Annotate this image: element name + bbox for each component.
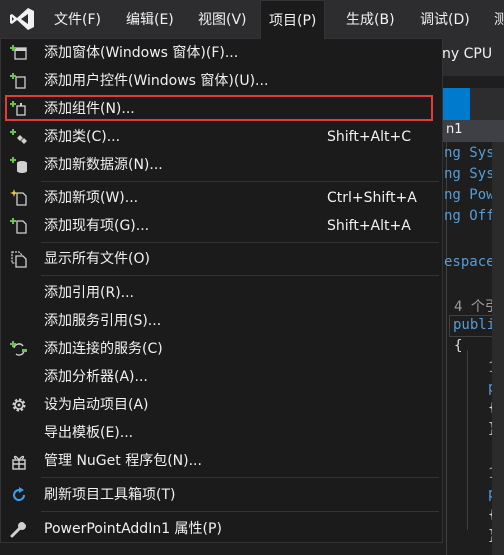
menu-item-label: 添加窗体(Windows 窗体)(F)... — [44, 45, 239, 61]
add-existing-item-icon — [10, 218, 27, 234]
add-component-icon — [10, 101, 26, 116]
menu-item-refresh-toolbox[interactable]: 刷新项目工具箱项(T) — [1, 481, 442, 509]
menu-item-add-new-item[interactable]: 添加新项(W)... Ctrl+Shift+A — [1, 184, 442, 212]
show-all-files-icon — [11, 251, 27, 268]
editor-margin-line — [446, 142, 447, 555]
menu-edit[interactable]: 编辑(E) — [118, 0, 182, 38]
menu-item-label: 添加组件(N)... — [44, 101, 135, 117]
menu-item-add-service-reference[interactable]: 添加服务引用(S)... — [1, 307, 442, 335]
menu-item-export-template[interactable]: 导出模板(E)... — [1, 419, 442, 447]
menu-item-label: 添加用户控件(Windows 窗体)(U)... — [44, 73, 269, 89]
add-form-icon — [10, 45, 27, 60]
indent-guide — [467, 350, 468, 530]
menu-item-show-all-files[interactable]: 显示所有文件(O) — [1, 245, 442, 273]
menu-item-label: 添加现有项(G)... — [44, 218, 150, 234]
menu-separator — [41, 511, 439, 512]
code-line: espace — [444, 254, 495, 270]
menu-bar: 文件(F) 编辑(E) 视图(V) 项目(P) 生成(B) 调试(D) 测 — [0, 0, 504, 39]
menu-item-set-startup-project[interactable]: 设为启动项目(A) — [1, 391, 442, 419]
menu-item-label: 添加分析器(A)... — [44, 369, 148, 385]
menu-item-add-form[interactable]: 添加窗体(Windows 窗体)(F)... — [1, 39, 442, 67]
menu-item-label: 显示所有文件(O) — [44, 251, 150, 267]
menu-separator — [41, 275, 439, 276]
add-data-source-icon — [10, 157, 27, 173]
code-line: { — [454, 338, 463, 354]
menu-item-label: PowerPointAddIn1 属性(P) — [44, 521, 222, 537]
menu-file[interactable]: 文件(F) — [46, 0, 109, 38]
menu-item-label: 添加服务引用(S)... — [44, 313, 162, 329]
editor-scrollbar[interactable] — [492, 142, 504, 555]
menu-item-add-connected-service[interactable]: 添加连接的服务(C) — [1, 335, 442, 363]
menu-test[interactable]: 测 — [486, 0, 504, 38]
menu-item-project-properties[interactable]: PowerPointAddIn1 属性(P) — [1, 515, 442, 543]
menu-item-add-component[interactable]: 添加组件(N)... — [1, 95, 442, 123]
menu-item-label: 添加引用(R)... — [44, 285, 135, 301]
menu-item-label: 添加连接的服务(C) — [44, 341, 163, 357]
menu-separator — [41, 242, 439, 243]
nuget-icon — [12, 455, 26, 470]
file-tab[interactable]: n1 — [440, 120, 504, 142]
menu-item-label: 管理 NuGet 程序包(N)... — [44, 453, 202, 469]
file-tab-label: n1 — [446, 122, 463, 137]
menu-item-label: 导出模板(E)... — [44, 425, 134, 441]
menu-item-label: 添加类(C)... — [44, 129, 121, 145]
menu-item-add-class[interactable]: 添加类(C)... Shift+Alt+C — [1, 123, 442, 151]
menu-separator — [41, 477, 439, 478]
menu-item-add-data-source[interactable]: 添加新数据源(N)... — [1, 151, 442, 179]
menu-item-label: 刷新项目工具箱项(T) — [44, 487, 176, 503]
menu-item-label: 设为启动项目(A) — [44, 397, 149, 413]
menu-item-shortcut: Shift+Alt+C — [327, 129, 412, 145]
add-new-item-icon — [10, 189, 27, 206]
menu-debug[interactable]: 调试(D) — [412, 0, 478, 38]
menu-item-add-analyzer[interactable]: 添加分析器(A)... — [1, 363, 442, 391]
add-class-icon — [10, 129, 27, 144]
menu-item-manage-nuget[interactable]: 管理 NuGet 程序包(N)... — [1, 447, 442, 475]
platform-selector[interactable]: ny CPU — [442, 46, 492, 62]
menu-item-shortcut: Ctrl+Shift+A — [327, 190, 417, 206]
add-user-control-icon — [10, 73, 26, 89]
active-tab[interactable] — [440, 88, 470, 120]
visual-studio-logo-icon[interactable] — [8, 5, 36, 33]
wrench-icon — [10, 522, 27, 538]
menu-view[interactable]: 视图(V) — [190, 0, 255, 38]
menu-item-label: 添加新数据源(N)... — [44, 157, 163, 173]
menu-project[interactable]: 项目(P) — [260, 0, 326, 39]
menu-item-label: 添加新项(W)... — [44, 190, 139, 206]
gear-icon — [12, 398, 26, 412]
menu-item-add-reference[interactable]: 添加引用(R)... — [1, 279, 442, 307]
menu-item-shortcut: Shift+Alt+A — [327, 218, 411, 234]
refresh-icon — [13, 487, 26, 502]
connected-service-icon — [10, 341, 27, 356]
menu-build[interactable]: 生成(B) — [338, 0, 403, 38]
menu-item-add-user-control[interactable]: 添加用户控件(Windows 窗体)(U)... — [1, 67, 442, 95]
menu-separator — [41, 181, 439, 182]
menu-item-add-existing-item[interactable]: 添加现有项(G)... Shift+Alt+A — [1, 212, 442, 240]
project-menu-dropdown: 添加窗体(Windows 窗体)(F)... 添加用户控件(Windows 窗体… — [0, 38, 443, 543]
